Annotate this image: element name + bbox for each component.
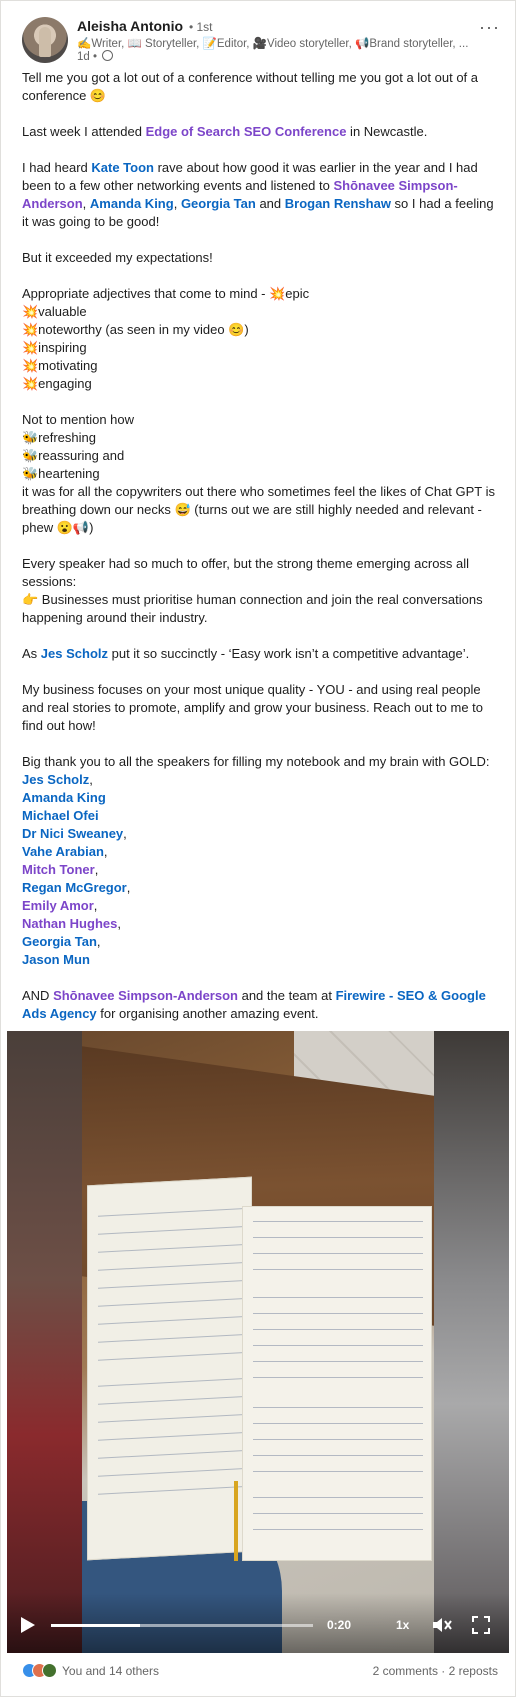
speaker-link[interactable]: Regan McGregor bbox=[22, 880, 127, 895]
body-paragraph: My business focuses on your most unique … bbox=[22, 682, 484, 733]
speaker-link[interactable]: Jason Mun bbox=[22, 952, 90, 967]
notebook-right-page bbox=[242, 1206, 432, 1561]
speaker-link[interactable]: Vahe Arabian bbox=[22, 844, 104, 859]
mention-link[interactable]: Edge of Search SEO Conference bbox=[146, 124, 347, 139]
connection-degree: • 1st bbox=[188, 20, 213, 34]
video-player[interactable]: 0:20 1x bbox=[7, 1031, 509, 1653]
video-blur-right bbox=[434, 1031, 509, 1653]
speaker-link[interactable]: Georgia Tan bbox=[22, 934, 97, 949]
muted-speaker-icon[interactable] bbox=[431, 1615, 453, 1635]
body-paragraph: AND Shōnavee Simpson-Anderson and the te… bbox=[22, 988, 486, 1021]
body-paragraph: But it exceeded my expectations! bbox=[22, 250, 213, 265]
globe-icon bbox=[102, 50, 114, 61]
author-name-row: Aleisha Antonio • 1st bbox=[77, 18, 212, 34]
comments-reposts-count[interactable]: 2 comments · 2 reposts bbox=[373, 1664, 498, 1678]
body-paragraph: I had heard Kate Toon rave about how goo… bbox=[22, 160, 494, 229]
author-name[interactable]: Aleisha Antonio bbox=[77, 18, 183, 34]
speakers-block: Big thank you to all the speakers for fi… bbox=[22, 754, 490, 967]
notebook-left-page bbox=[87, 1176, 252, 1561]
speaker-link[interactable]: Jes Scholz bbox=[22, 772, 89, 787]
body-paragraph: As Jes Scholz put it so succinctly - ‘Ea… bbox=[22, 646, 470, 661]
theme-block: Every speaker had so much to offer, but … bbox=[22, 556, 483, 625]
play-icon[interactable] bbox=[21, 1617, 35, 1633]
speaker-link[interactable]: Nathan Hughes bbox=[22, 916, 117, 931]
mention-link[interactable]: Shōnavee Simpson-Anderson bbox=[53, 988, 238, 1003]
playback-speed-button[interactable]: 1x bbox=[396, 1618, 409, 1632]
video-blur-left bbox=[7, 1031, 82, 1653]
video-time: 0:20 bbox=[327, 1618, 352, 1632]
more-options-button[interactable]: ··· bbox=[479, 17, 500, 38]
mention-link[interactable]: Jes Scholz bbox=[41, 646, 108, 661]
mention-link[interactable]: Brogan Renshaw bbox=[285, 196, 391, 211]
mention-block: Not to mention how 🐝refreshing 🐝reassuri… bbox=[22, 412, 496, 535]
video-frame bbox=[82, 1031, 434, 1653]
mention-link[interactable]: Georgia Tan bbox=[181, 196, 256, 211]
video-progress-bar[interactable] bbox=[51, 1624, 313, 1627]
video-controls: 0:20 1x bbox=[7, 1593, 509, 1653]
reactions-icons[interactable] bbox=[22, 1663, 58, 1679]
post-time: 1d • bbox=[77, 51, 98, 63]
body-paragraph: Last week I attended Edge of Search SEO … bbox=[22, 124, 428, 139]
author-headline: ✍️Writer, 📖 Storyteller, 📝Editor, 🎥Video… bbox=[77, 38, 469, 50]
speaker-link[interactable]: Dr Nici Sweaney bbox=[22, 826, 123, 841]
support-icon bbox=[42, 1663, 57, 1678]
speaker-link[interactable]: Mitch Toner bbox=[22, 862, 95, 877]
adjectives-block: Appropriate adjectives that come to mind… bbox=[22, 286, 310, 391]
speaker-link[interactable]: Michael Ofei bbox=[22, 808, 99, 823]
speaker-link[interactable]: Amanda King bbox=[22, 790, 106, 805]
speaker-link[interactable]: Emily Amor bbox=[22, 898, 94, 913]
post-body: Tell me you got a lot out of a conferenc… bbox=[22, 69, 498, 1041]
reactions-count[interactable]: You and 14 others bbox=[62, 1664, 159, 1678]
post-header: Aleisha Antonio • 1st ✍️Writer, 📖 Storyt… bbox=[22, 17, 502, 65]
post-card: Aleisha Antonio • 1st ✍️Writer, 📖 Storyt… bbox=[0, 0, 516, 1697]
post-footer: You and 14 others 2 comments · 2 reposts bbox=[22, 1661, 498, 1683]
post-meta: 1d • bbox=[77, 50, 114, 63]
mention-link[interactable]: Amanda King bbox=[90, 196, 174, 211]
mention-link[interactable]: Kate Toon bbox=[91, 160, 154, 175]
fullscreen-icon[interactable] bbox=[472, 1616, 490, 1634]
author-avatar[interactable] bbox=[22, 17, 68, 63]
body-paragraph: Tell me you got a lot out of a conferenc… bbox=[22, 70, 478, 103]
